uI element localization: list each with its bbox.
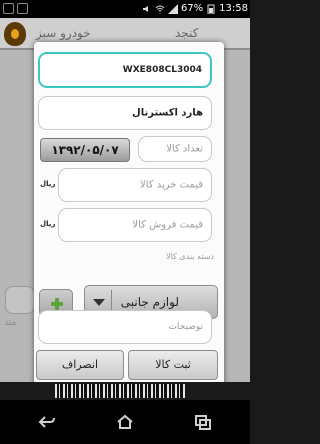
- recent-apps-icon[interactable]: [194, 414, 212, 430]
- background-title-right: کنجد: [175, 26, 199, 40]
- notification-icon: [3, 3, 14, 14]
- sell-price-placeholder: قیمت فروش کالا: [132, 219, 203, 231]
- background-button: [5, 286, 35, 314]
- barcode-input[interactable]: WXE808CL3004: [38, 52, 212, 88]
- back-icon[interactable]: [38, 414, 56, 430]
- wifi-icon: [155, 5, 165, 12]
- cancel-button[interactable]: انصراف: [36, 350, 124, 380]
- description-input[interactable]: توضیحات: [38, 310, 212, 344]
- sell-price-currency: ریال: [40, 220, 56, 228]
- date-button[interactable]: ۱۳۹۲/۰۵/۰۷: [40, 138, 130, 162]
- description-placeholder: توضیحات: [168, 322, 203, 332]
- buy-price-placeholder: قیمت خرید کالا: [140, 179, 203, 191]
- background-partial-label: متد: [4, 318, 17, 328]
- chevron-down-icon: [93, 299, 105, 306]
- category-selected: لوازم جانبی: [120, 295, 179, 309]
- status-time: 13:58: [219, 3, 248, 14]
- signal-icon: [167, 4, 178, 14]
- add-product-dialog: WXE808CL3004 هارد اکسترنال ۱۳۹۲/۰۵/۰۷ تع…: [34, 42, 224, 388]
- save-button[interactable]: ثبت کالا: [128, 350, 218, 380]
- app-logo-icon: [4, 22, 26, 46]
- product-name-value: هارد اکسترنال: [132, 107, 203, 119]
- battery-percent: 67%: [180, 3, 204, 14]
- buy-price-input[interactable]: قیمت خرید کالا: [58, 168, 212, 202]
- navigation-bar: [0, 400, 250, 444]
- battery-icon: [207, 4, 215, 14]
- notification-icon: [17, 3, 28, 14]
- sell-price-input[interactable]: قیمت فروش کالا: [58, 208, 212, 242]
- plus-icon: [51, 298, 63, 310]
- barcode-image: [55, 384, 185, 398]
- quantity-input[interactable]: تعداد کالا: [138, 136, 212, 162]
- mute-icon: [142, 6, 148, 12]
- barcode-value: WXE808CL3004: [122, 65, 202, 75]
- home-icon[interactable]: [116, 414, 134, 430]
- status-bar: 67% 13:58: [0, 0, 250, 18]
- background-title-left: خودرو سبز: [36, 26, 91, 40]
- quantity-placeholder: تعداد کالا: [166, 143, 203, 155]
- category-section-label: دسته بندی کالا: [166, 252, 214, 261]
- buy-price-currency: ریال: [40, 180, 56, 188]
- product-name-input[interactable]: هارد اکسترنال: [38, 96, 212, 130]
- barcode-strip: [0, 382, 250, 400]
